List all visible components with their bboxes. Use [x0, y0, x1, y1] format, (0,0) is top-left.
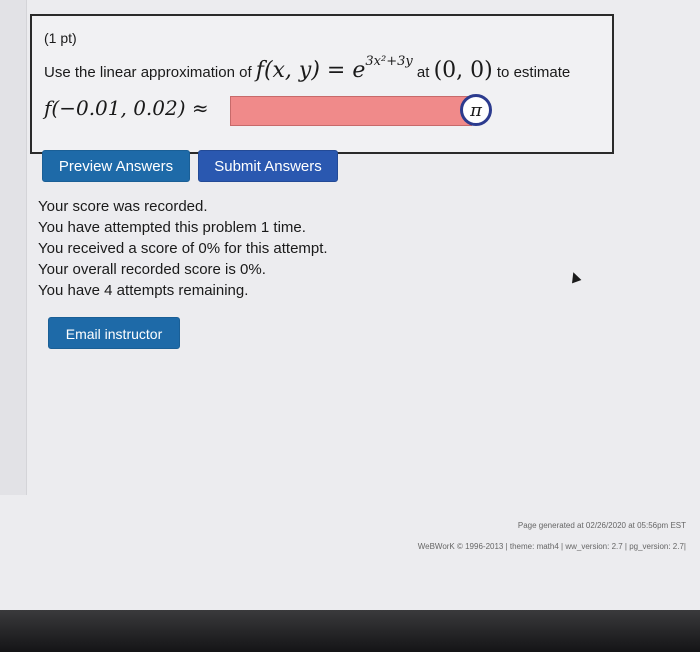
- footer-generated: Page generated at 02/26/2020 at 05:56pm …: [517, 521, 686, 530]
- footer-version: WeBWorK © 1996-2013 | theme: math4 | ww_…: [417, 542, 686, 551]
- email-instructor-button[interactable]: Email instructor: [48, 317, 180, 349]
- answer-input[interactable]: [230, 96, 472, 126]
- status-line: You have 4 attempts remaining.: [38, 282, 249, 299]
- status-line: Your score was recorded.: [38, 198, 208, 215]
- problem-question: Use the linear approximation of f(x, y) …: [44, 54, 570, 83]
- status-line: Your overall recorded score is 0%.: [38, 261, 266, 278]
- status-line: You received a score of 0% for this atte…: [38, 240, 328, 257]
- question-prefix: Use the linear approximation of: [44, 64, 252, 81]
- preview-answers-button[interactable]: Preview Answers: [42, 150, 190, 182]
- function-exponent: 3x²+3y: [365, 54, 413, 69]
- question-suffix: to estimate: [496, 64, 571, 81]
- mouse-cursor-icon: [568, 270, 582, 284]
- score-status: Your score was recorded. You have attemp…: [38, 196, 328, 301]
- screen-bezel: [0, 610, 700, 652]
- pi-icon: π: [470, 99, 482, 121]
- point-value: (0, 0): [433, 58, 493, 83]
- left-panel-edge: [0, 0, 27, 495]
- function-lhs: f(x, y) = e: [255, 58, 366, 83]
- problem-points: (1 pt): [44, 30, 77, 46]
- submit-answers-button[interactable]: Submit Answers: [198, 150, 338, 182]
- estimate-expression: f(−0.01, 0.02) ≈: [44, 96, 209, 120]
- point-label: at: [416, 64, 430, 81]
- pi-equation-editor-button[interactable]: π: [460, 94, 492, 126]
- status-line: You have attempted this problem 1 time.: [38, 219, 306, 236]
- problem-box: (1 pt) Use the linear approximation of f…: [30, 14, 614, 154]
